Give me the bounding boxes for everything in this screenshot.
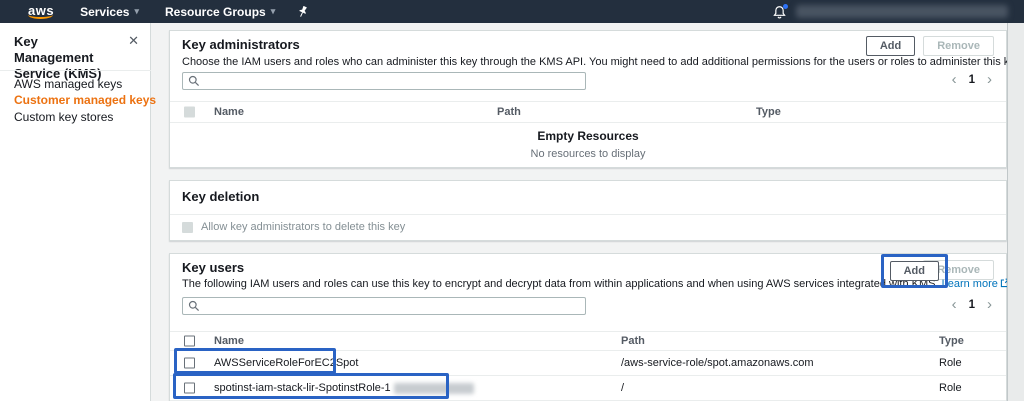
add-key-administrators-button[interactable]: Add	[866, 36, 915, 56]
row-checkbox[interactable]	[184, 383, 195, 394]
notification-dot	[783, 4, 788, 9]
top-navigation-bar: aws Services ▾ Resource Groups ▾	[0, 0, 1024, 23]
cell-name: spotinst-iam-stack-lir-SpotinstRole-1	[214, 382, 474, 394]
column-header-name: Name	[214, 335, 244, 347]
row-checkbox[interactable]	[184, 358, 195, 369]
next-page-icon[interactable]: ›	[987, 74, 992, 86]
redacted-name-suffix	[394, 383, 474, 394]
cell-path: /	[621, 382, 624, 394]
key-administrators-panel: Key administrators Add Remove Choose the…	[169, 30, 1007, 168]
previous-page-icon[interactable]: ‹	[952, 299, 957, 311]
key-administrators-table-header: Name Path Type	[170, 101, 1006, 123]
annotation-highlight-add-button: Add	[881, 254, 948, 288]
cell-path: /aws-service-role/spot.amazonaws.com	[621, 357, 814, 369]
close-icon[interactable]: ✕	[128, 34, 139, 47]
page-number[interactable]: 1	[969, 299, 975, 311]
sidebar-item-custom-key-stores[interactable]: Custom key stores	[14, 110, 113, 124]
allow-deletion-label: Allow key administrators to delete this …	[201, 221, 405, 233]
key-administrators-pagination: ‹ 1 ›	[952, 74, 992, 86]
scrollbar-track[interactable]	[1007, 23, 1024, 401]
cell-type: Role	[939, 382, 962, 394]
table-row-spotinst-role[interactable]: spotinst-iam-stack-lir-SpotinstRole-1 / …	[170, 376, 1006, 401]
page-number[interactable]: 1	[969, 74, 975, 86]
sidebar-divider	[0, 70, 151, 71]
topbar-right-group	[773, 0, 1008, 23]
account-menu-redacted[interactable]	[796, 5, 1008, 18]
pin-icon[interactable]	[297, 6, 308, 18]
table-row-aws-service-role[interactable]: AWSServiceRoleForEC2Spot /aws-service-ro…	[170, 351, 1006, 376]
key-deletion-panel: Key deletion Allow key administrators to…	[169, 180, 1007, 241]
key-administrators-title: Key administrators	[182, 37, 300, 52]
allow-deletion-checkbox	[182, 222, 193, 233]
search-input[interactable]	[204, 299, 585, 313]
key-administrators-search	[182, 72, 586, 90]
aws-logo[interactable]: aws	[28, 5, 54, 19]
cell-type: Role	[939, 357, 962, 369]
chevron-down-icon: ▾	[271, 7, 276, 16]
remove-key-administrators-button[interactable]: Remove	[923, 36, 994, 56]
key-users-pagination: ‹ 1 ›	[952, 299, 992, 311]
sidebar-title: Key Management Service (KMS)	[14, 34, 119, 82]
column-header-path: Path	[621, 335, 645, 347]
select-all-checkbox	[184, 107, 195, 118]
key-users-title: Key users	[182, 260, 244, 275]
notifications-button[interactable]	[773, 5, 786, 19]
chevron-down-icon: ▾	[134, 7, 139, 16]
key-users-search	[182, 297, 586, 315]
key-deletion-title: Key deletion	[182, 189, 259, 204]
previous-page-icon[interactable]: ‹	[952, 74, 957, 86]
cell-name: AWSServiceRoleForEC2Spot	[214, 357, 358, 369]
next-page-icon[interactable]: ›	[987, 299, 992, 311]
nav-services[interactable]: Services ▾	[80, 5, 139, 19]
key-administrators-description: Choose the IAM users and roles who can a…	[182, 56, 1024, 69]
sidebar-item-aws-managed-keys[interactable]: AWS managed keys	[14, 77, 122, 91]
kms-sidebar: Key Management Service (KMS) ✕ AWS manag…	[0, 23, 151, 401]
empty-state-title: Empty Resources	[170, 129, 1006, 143]
column-header-name: Name	[214, 106, 244, 118]
learn-more-link[interactable]: Learn more	[942, 278, 998, 290]
add-key-users-button[interactable]: Add	[890, 261, 939, 281]
key-users-table-header: Name Path Type	[170, 331, 1006, 351]
search-icon	[188, 300, 200, 312]
column-header-type: Type	[939, 335, 964, 347]
aws-logo-text: aws	[28, 5, 54, 16]
panel-divider	[170, 214, 1006, 215]
column-header-type: Type	[756, 106, 781, 118]
search-input[interactable]	[204, 74, 585, 88]
empty-state-message: No resources to display	[170, 148, 1006, 160]
search-icon	[188, 75, 200, 87]
nav-resource-groups[interactable]: Resource Groups ▾	[165, 5, 275, 19]
sidebar-item-customer-managed-keys[interactable]: Customer managed keys	[14, 93, 156, 107]
select-all-checkbox[interactable]	[184, 336, 195, 347]
column-header-path: Path	[497, 106, 521, 118]
key-users-panel: Key users Add Remove The following IAM u…	[169, 253, 1007, 401]
